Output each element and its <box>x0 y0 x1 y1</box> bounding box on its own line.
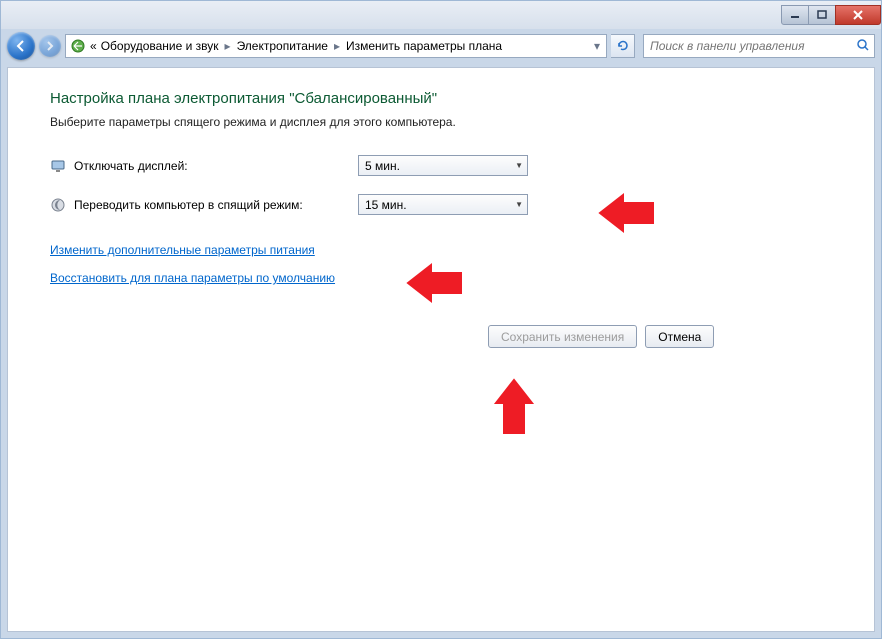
navbar: « Оборудование и звук ▸ Электропитание ▸… <box>1 29 881 63</box>
chevron-down-icon: ▼ <box>515 200 523 209</box>
window-frame: « Оборудование и звук ▸ Электропитание ▸… <box>0 0 882 639</box>
forward-button[interactable] <box>39 35 61 57</box>
close-button[interactable] <box>835 5 881 25</box>
page-subtitle: Выберите параметры спящего режима и дисп… <box>50 115 832 129</box>
chevron-right-icon: ▸ <box>332 39 342 53</box>
moon-icon <box>50 197 66 213</box>
advanced-settings-link[interactable]: Изменить дополнительные параметры питани… <box>50 243 315 257</box>
breadcrumb-segment[interactable]: Электропитание <box>237 39 328 53</box>
dropdown-arrow-icon[interactable]: ▾ <box>592 39 602 53</box>
minimize-button[interactable] <box>781 5 809 25</box>
minimize-icon <box>790 10 800 20</box>
setting-label: Переводить компьютер в спящий режим: <box>74 198 303 212</box>
content-area: Настройка плана электропитания "Сбаланси… <box>7 67 875 632</box>
control-panel-icon <box>70 38 86 54</box>
search-input[interactable] <box>648 38 856 54</box>
annotation-arrow <box>494 378 534 441</box>
chevron-down-icon: ▼ <box>515 161 523 170</box>
setting-label: Отключать дисплей: <box>74 159 188 173</box>
select-value: 5 мин. <box>365 159 400 173</box>
arrow-left-icon <box>14 39 28 53</box>
search-box[interactable] <box>643 34 875 58</box>
maximize-icon <box>817 10 827 20</box>
breadcrumb-prefix: « <box>90 39 97 53</box>
refresh-button[interactable] <box>611 34 635 58</box>
chevron-right-icon: ▸ <box>223 39 233 53</box>
address-bar[interactable]: « Оборудование и звук ▸ Электропитание ▸… <box>65 34 607 58</box>
restore-defaults-link[interactable]: Восстановить для плана параметры по умол… <box>50 271 335 285</box>
close-icon <box>852 10 864 20</box>
display-off-select[interactable]: 5 мин. ▼ <box>358 155 528 176</box>
setting-row-display: Отключать дисплей: 5 мин. ▼ <box>50 155 832 176</box>
back-button[interactable] <box>7 32 35 60</box>
window-controls <box>782 5 881 25</box>
maximize-button[interactable] <box>808 5 836 25</box>
breadcrumb-segment[interactable]: Оборудование и звук <box>101 39 219 53</box>
refresh-icon <box>616 39 630 53</box>
setting-row-sleep: Переводить компьютер в спящий режим: 15 … <box>50 194 832 215</box>
sleep-select[interactable]: 15 мин. ▼ <box>358 194 528 215</box>
search-icon <box>856 38 870 55</box>
breadcrumb-segment[interactable]: Изменить параметры плана <box>346 39 502 53</box>
button-row: Сохранить изменения Отмена <box>488 325 832 348</box>
cancel-button[interactable]: Отмена <box>645 325 714 348</box>
save-button[interactable]: Сохранить изменения <box>488 325 637 348</box>
arrow-right-icon <box>45 41 55 51</box>
page-title: Настройка плана электропитания "Сбаланси… <box>50 90 832 107</box>
select-value: 15 мин. <box>365 198 407 212</box>
titlebar <box>1 1 881 29</box>
links-block: Изменить дополнительные параметры питани… <box>50 243 832 299</box>
monitor-icon <box>50 158 66 174</box>
